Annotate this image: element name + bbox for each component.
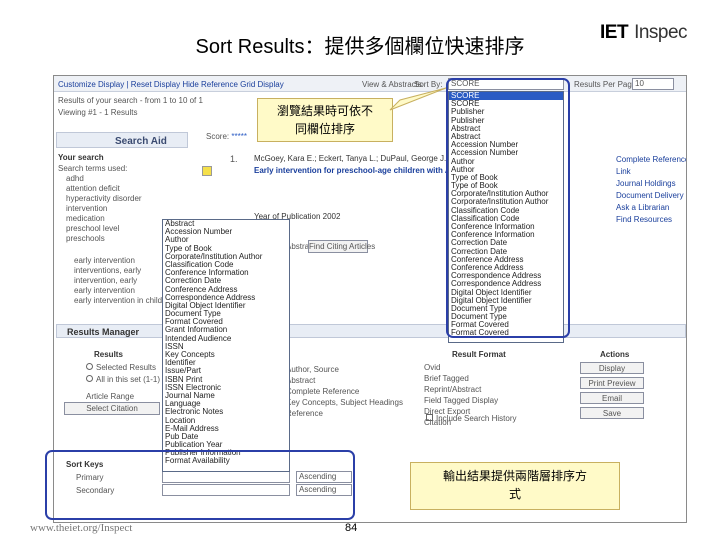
actions-buttons: Display Print Preview Email Save — [580, 362, 644, 422]
callout-browse-sort: 瀏覽結果時可依不 同欄位排序 — [257, 98, 393, 142]
field-option[interactable]: Abstract — [286, 375, 403, 386]
right-links: Complete Reference Link Journal Holdings Do… — [616, 154, 686, 226]
iet-inspec-logo: IET Inspec — [600, 22, 688, 44]
footer-url: www.theiet.org/Inspect — [30, 522, 133, 534]
search-term[interactable]: attention deficit — [66, 184, 142, 194]
search-term[interactable]: intervention — [66, 204, 142, 214]
highlight-ring-sortkeys — [45, 450, 355, 520]
callout-output-sort: 輸出結果提供兩階層排序方式 — [410, 462, 620, 510]
results-label: Results — [94, 350, 123, 359]
actions-label: Actions — [600, 350, 630, 359]
all-results-radio[interactable]: All in this set (1-1) — [86, 375, 160, 384]
logo-inspec: Inspec — [634, 22, 688, 43]
result-side-link[interactable]: Ask a Librarian — [616, 202, 686, 214]
results-per-page-label: Results Per Page: — [574, 80, 639, 89]
action-button[interactable]: Save — [580, 407, 644, 419]
field-option[interactable]: Complete Reference — [286, 386, 403, 397]
results-viewing-text: Viewing #1 - 1 Results — [58, 108, 138, 117]
result-format-label: Result Format — [452, 350, 506, 359]
result-side-link[interactable]: Journal Holdings — [616, 178, 686, 190]
results-manager-header[interactable]: Results Manager — [56, 324, 686, 338]
action-button[interactable]: Email — [580, 392, 644, 404]
folder-icon[interactable] — [202, 166, 212, 176]
include-history-checkbox[interactable]: Include Search History — [426, 414, 516, 423]
search-terms-label: Search terms used: — [58, 164, 128, 173]
format-radio[interactable]: Reprint/Abstract — [410, 384, 498, 395]
results-range-text: Results of your search - from 1 to 10 of… — [58, 96, 203, 105]
action-button[interactable]: Display — [580, 362, 644, 374]
slide-title: Sort Results：提供多個欄位快速排序 — [195, 36, 525, 58]
result-authors: McGoey, Kara E.; Eckert, Tanya L.; DuPau… — [254, 154, 447, 163]
format-radio[interactable]: Field Tagged Display — [410, 395, 498, 406]
logo-iet: IET — [600, 22, 629, 43]
result-side-link[interactable]: Document Delivery — [616, 190, 686, 202]
format-radio[interactable]: Ovid — [410, 362, 498, 373]
result-side-link[interactable]: Find Resources — [616, 214, 686, 226]
field-option[interactable]: Author, Source — [286, 364, 403, 375]
search-term[interactable]: preschools — [66, 234, 142, 244]
search-term[interactable]: medication — [66, 214, 142, 224]
select-citation-button[interactable]: Select Citation — [64, 402, 160, 415]
highlight-ring-sortby — [446, 78, 570, 338]
page-number: 84 — [345, 522, 358, 534]
fields-list: Author, Source Abstract Complete Reference… — [286, 364, 403, 419]
search-term[interactable]: preschool level — [66, 224, 142, 234]
result-side-link[interactable]: Link — [616, 166, 686, 178]
field-option[interactable]: Key Concepts, Subject Headings — [286, 397, 403, 408]
range-label: Article Range — [86, 392, 135, 401]
search-term[interactable]: hyperactivity disorder — [66, 194, 142, 204]
result-number: 1. — [230, 154, 238, 164]
sort-key-dropdown-list[interactable]: Abstract Accession Number Author Type of Bo… — [162, 219, 290, 472]
field-option[interactable]: Reference — [286, 408, 403, 419]
your-search-label: Your search — [58, 153, 104, 162]
find-citing-button[interactable]: Find Citing Articles — [308, 240, 375, 253]
search-terms-list: adhd attention deficit hyperactivity disor… — [66, 174, 142, 244]
search-aid-header: Search Aid — [56, 132, 188, 148]
customize-display-links[interactable]: Customize Display | Reset Display Hide R… — [58, 80, 284, 89]
selected-results-radio[interactable]: Selected Results — [86, 363, 156, 372]
format-radio[interactable]: Brief Tagged — [410, 373, 498, 384]
action-button[interactable]: Print Preview — [580, 377, 644, 389]
results-per-page-select[interactable]: 10 — [632, 78, 674, 90]
search-term[interactable]: adhd — [66, 174, 142, 184]
callout-pointer-top — [389, 87, 447, 111]
score-label: Score: ***** — [206, 132, 247, 141]
result-side-link[interactable]: Complete Reference — [616, 154, 686, 166]
